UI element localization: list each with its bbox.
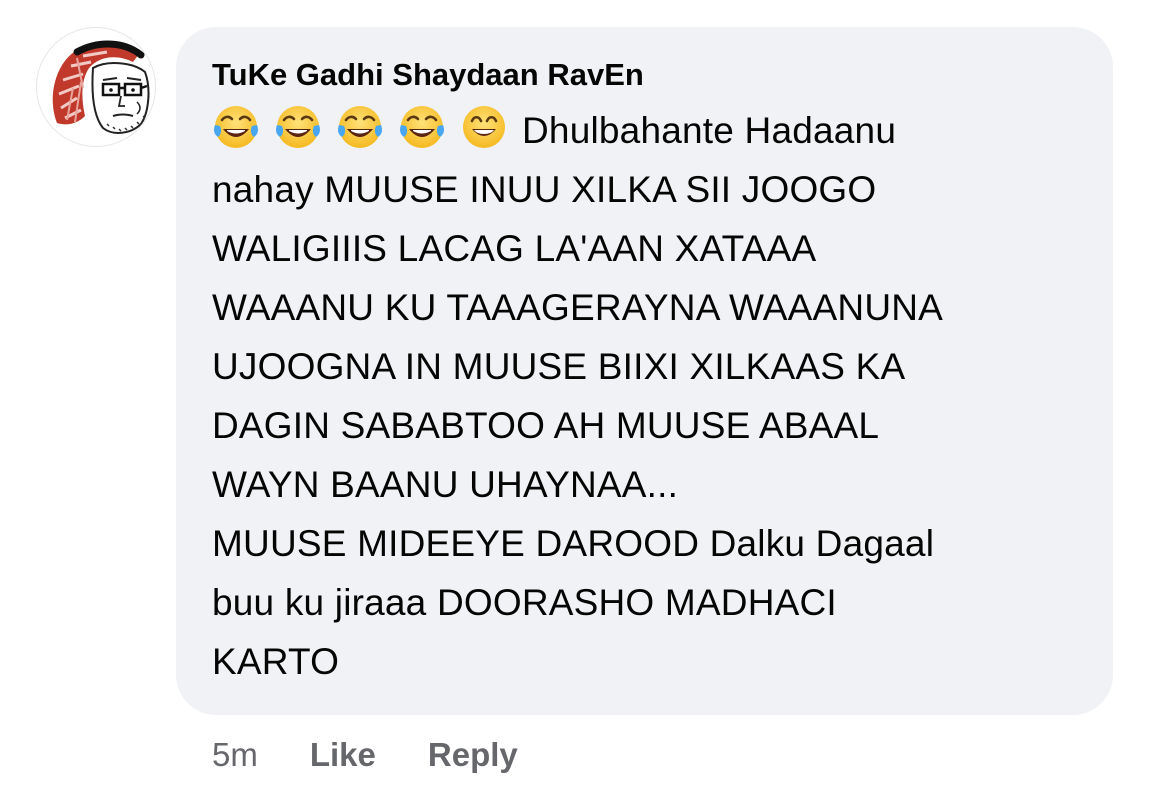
comment-line-9: buu ku jiraaa DOORASHO MADHACI	[212, 582, 837, 623]
reply-button[interactable]: Reply	[428, 736, 518, 774]
face-with-tears-of-joy-icon	[274, 103, 322, 151]
comment-line-8: MUUSE MIDEEYE DAROOD Dalku Dagaal	[212, 523, 935, 564]
comment-text: Dhulbahante Hadaanu nahay MUUSE INUU XIL…	[212, 101, 1077, 691]
face-with-tears-of-joy-icon	[398, 103, 446, 151]
face-with-tears-of-joy-icon	[336, 103, 384, 151]
comment-bubble: TuKe Gadhi Shaydaan RavEn Dhulbahante Ha	[176, 27, 1113, 715]
comment-author[interactable]: TuKe Gadhi Shaydaan RavEn	[212, 55, 1077, 95]
comment-line-10: KARTO	[212, 641, 340, 682]
emoji-group	[212, 101, 522, 160]
comment-line-5: UJOOGNA IN MUUSE BIIXI XILKAAS KA	[212, 346, 906, 387]
comment-line-4: WAAANU KU TAAAGERAYNA WAAANUNA	[212, 287, 944, 328]
comment-line-text: Dhulbahante Hadaanu	[522, 110, 897, 151]
comment-actions: 5m Like Reply	[212, 733, 570, 777]
comment: TuKe Gadhi Shaydaan RavEn Dhulbahante Ha	[0, 0, 1170, 789]
grinning-face-icon	[460, 103, 508, 151]
comment-line-6: DAGIN SABABTOO AH MUUSE ABAAL	[212, 405, 880, 446]
face-with-tears-of-joy-icon	[212, 103, 260, 151]
comment-timestamp[interactable]: 5m	[212, 736, 258, 774]
comment-line-3: WALIGIIIS LACAG LA'AAN XATAAA	[212, 228, 817, 269]
like-button[interactable]: Like	[310, 736, 376, 774]
comment-line-2: nahay MUUSE INUU XILKA SII JOOGO	[212, 169, 877, 210]
comment-line-1: Dhulbahante Hadaanu	[212, 101, 1077, 160]
avatar[interactable]	[36, 27, 156, 147]
comment-line-7: WAYN BAANU UHAYNAA...	[212, 464, 679, 505]
